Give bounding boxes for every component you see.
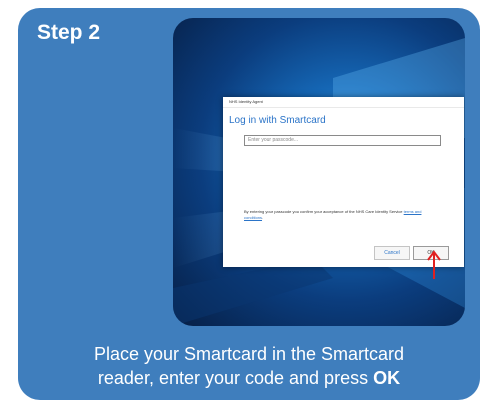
dialog-heading: Log in with Smartcard <box>229 115 326 126</box>
terms-end: . <box>262 215 264 220</box>
smartcard-login-dialog: NHS Identity Agent Log in with Smartcard… <box>223 97 464 267</box>
windows-screenshot: NHS Identity Agent Log in with Smartcard… <box>173 18 465 326</box>
terms-text: By entering your passcode you confirm yo… <box>244 209 403 214</box>
dialog-titlebar: NHS Identity Agent <box>223 97 464 108</box>
instruction-caption: Place your Smartcard in the Smartcard re… <box>18 342 480 390</box>
step-title: Step 2 <box>37 21 101 44</box>
passcode-input[interactable]: Enter your passcode... <box>244 135 441 146</box>
up-arrow-icon <box>427 250 441 279</box>
terms-notice: By entering your passcode you confirm yo… <box>244 209 434 221</box>
instruction-card: Step 2 NHS Identity Agent Log in with Sm… <box>18 8 480 400</box>
caption-line-2: reader, enter your code and press OK <box>18 366 480 390</box>
caption-line-2-text: reader, enter your code and press <box>97 368 374 388</box>
caption-emphasis: OK <box>373 368 401 388</box>
caption-line-1: Place your Smartcard in the Smartcard <box>93 344 405 364</box>
cancel-button[interactable]: Cancel <box>374 246 410 260</box>
